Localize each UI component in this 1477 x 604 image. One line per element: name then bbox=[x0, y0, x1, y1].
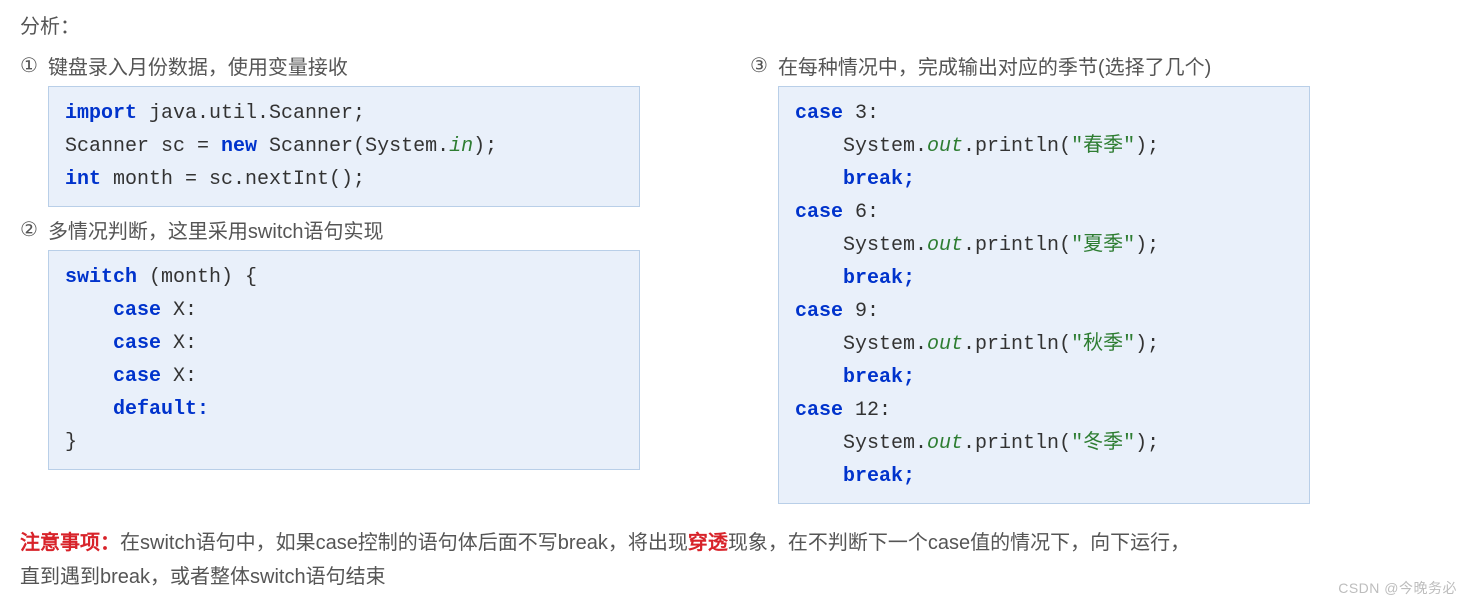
step-3-title: ③ 在每种情况中，完成输出对应的季节(选择了几个) bbox=[750, 51, 1310, 80]
q4b: " bbox=[1123, 432, 1135, 455]
note-p3: 直到遇到break，或者整体switch语句结束 bbox=[20, 566, 386, 588]
kw-int: int bbox=[65, 168, 101, 191]
out-1: out bbox=[927, 135, 963, 158]
kw-new: new bbox=[221, 135, 257, 158]
str-summer: 夏季 bbox=[1083, 234, 1123, 257]
q2a: " bbox=[1071, 234, 1083, 257]
q4a: " bbox=[1071, 432, 1083, 455]
str-winter: 冬季 bbox=[1083, 432, 1123, 455]
note-highlight: 穿透 bbox=[688, 532, 728, 554]
sys-pre-1: System. bbox=[843, 135, 927, 158]
kw-default: default: bbox=[113, 398, 209, 421]
step-1: ① 键盘录入月份数据，使用变量接收 import java.util.Scann… bbox=[20, 51, 640, 207]
note-p2: 现象，在不判断下一个case值的情况下，向下运行， bbox=[728, 532, 1190, 554]
print-pre-4: .println( bbox=[963, 432, 1071, 455]
str-autumn: 秋季 bbox=[1083, 333, 1123, 356]
field-in: in bbox=[449, 135, 473, 158]
c12-num: 12: bbox=[843, 399, 891, 422]
step-3: ③ 在每种情况中，完成输出对应的季节(选择了几个) case 3: System… bbox=[750, 51, 1310, 504]
watermark: CSDN @今晚务必 bbox=[1338, 578, 1457, 598]
kw-case-c: case bbox=[113, 365, 161, 388]
code2-case-b: X: bbox=[161, 332, 197, 355]
kw-case-12: case bbox=[795, 399, 843, 422]
q1a: " bbox=[1071, 135, 1083, 158]
step-2-number: ② bbox=[20, 217, 38, 242]
out-2: out bbox=[927, 234, 963, 257]
code1-scanner-tail: Scanner(System. bbox=[257, 135, 449, 158]
code2-case-c: X: bbox=[161, 365, 197, 388]
print-pre-1: .println( bbox=[963, 135, 1071, 158]
code1-scanner-decl: Scanner sc = bbox=[65, 135, 221, 158]
step-2: ② 多情况判断，这里采用switch语句实现 switch (month) { … bbox=[20, 215, 640, 470]
code2-case-a: X: bbox=[161, 299, 197, 322]
kw-switch: switch bbox=[65, 266, 137, 289]
q3b: " bbox=[1123, 333, 1135, 356]
sys-pre-2: System. bbox=[843, 234, 927, 257]
q2b: " bbox=[1123, 234, 1135, 257]
kw-case-9: case bbox=[795, 300, 843, 323]
code1-scanner-end: ); bbox=[473, 135, 497, 158]
kw-break-2: break; bbox=[843, 267, 915, 290]
print-pre-2: .println( bbox=[963, 234, 1071, 257]
q3a: " bbox=[1071, 333, 1083, 356]
right-column: ③ 在每种情况中，完成输出对应的季节(选择了几个) case 3: System… bbox=[750, 51, 1310, 512]
c9-num: 9: bbox=[843, 300, 879, 323]
sys-pre-4: System. bbox=[843, 432, 927, 455]
code2-head-tail: (month) { bbox=[137, 266, 257, 289]
analysis-heading: 分析： bbox=[20, 10, 1457, 39]
code1-pkg: java.util.Scanner; bbox=[137, 102, 365, 125]
code1-month-line: month = sc.nextInt(); bbox=[101, 168, 365, 191]
code-block-1: import java.util.Scanner; Scanner sc = n… bbox=[48, 86, 640, 207]
kw-case-a: case bbox=[113, 299, 161, 322]
c3-num: 3: bbox=[843, 102, 879, 125]
step-3-number: ③ bbox=[750, 53, 768, 78]
kw-break-3: break; bbox=[843, 366, 915, 389]
out-3: out bbox=[927, 333, 963, 356]
kw-case-b: case bbox=[113, 332, 161, 355]
kw-case-3: case bbox=[795, 102, 843, 125]
step-1-title: ① 键盘录入月份数据，使用变量接收 bbox=[20, 51, 640, 80]
code-block-3: case 3: System.out.println("春季"); break;… bbox=[778, 86, 1310, 504]
str-spring: 春季 bbox=[1083, 135, 1123, 158]
c6-num: 6: bbox=[843, 201, 879, 224]
kw-case-6: case bbox=[795, 201, 843, 224]
code-block-2: switch (month) { case X: case X: case X:… bbox=[48, 250, 640, 470]
step-1-number: ① bbox=[20, 53, 38, 78]
step-2-title: ② 多情况判断，这里采用switch语句实现 bbox=[20, 215, 640, 244]
step-3-text: 在每种情况中，完成输出对应的季节(选择了几个) bbox=[778, 51, 1211, 80]
step-2-text: 多情况判断，这里采用switch语句实现 bbox=[48, 215, 384, 244]
content-columns: ① 键盘录入月份数据，使用变量接收 import java.util.Scann… bbox=[20, 51, 1457, 512]
kw-import: import bbox=[65, 102, 137, 125]
code2-close: } bbox=[65, 431, 77, 454]
left-column: ① 键盘录入月份数据，使用变量接收 import java.util.Scann… bbox=[20, 51, 640, 478]
print-post-1: ); bbox=[1135, 135, 1159, 158]
print-pre-3: .println( bbox=[963, 333, 1071, 356]
kw-break-4: break; bbox=[843, 465, 915, 488]
print-post-3: ); bbox=[1135, 333, 1159, 356]
out-4: out bbox=[927, 432, 963, 455]
print-post-2: ); bbox=[1135, 234, 1159, 257]
sys-pre-3: System. bbox=[843, 333, 927, 356]
print-post-4: ); bbox=[1135, 432, 1159, 455]
note-label: 注意事项： bbox=[20, 532, 120, 554]
step-1-text: 键盘录入月份数据，使用变量接收 bbox=[48, 51, 348, 80]
note-section: 注意事项：在switch语句中，如果case控制的语句体后面不写break，将出… bbox=[20, 526, 1457, 594]
kw-break-1: break; bbox=[843, 168, 915, 191]
q1b: " bbox=[1123, 135, 1135, 158]
note-p1: 在switch语句中，如果case控制的语句体后面不写break，将出现 bbox=[120, 532, 688, 554]
